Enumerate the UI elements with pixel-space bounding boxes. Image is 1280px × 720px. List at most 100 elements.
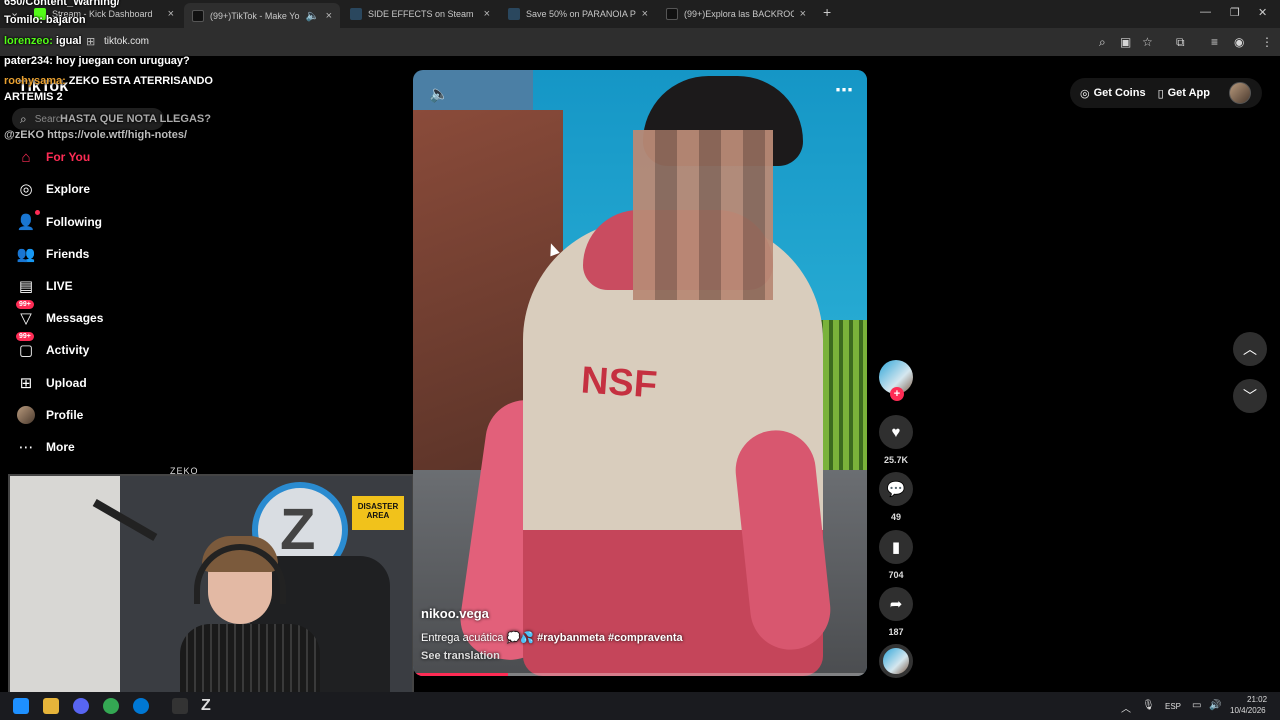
clock-time[interactable]: 21:02 <box>1247 695 1267 704</box>
tab-title: (99+)TikTok - Make Your Day <box>210 10 300 21</box>
nav-label: Activity <box>46 343 90 357</box>
close-tab-icon[interactable]: × <box>642 8 648 20</box>
windows-start-icon[interactable] <box>13 698 29 714</box>
close-tab-icon[interactable]: × <box>800 8 806 20</box>
nav-label: Explore <box>46 182 91 196</box>
chevron-down-icon: ﹀ <box>1243 388 1257 404</box>
language-indicator[interactable]: ESP <box>1165 702 1181 711</box>
network-icon[interactable]: ▭ <box>1192 700 1201 711</box>
new-tab-icon[interactable]: + <box>823 4 831 20</box>
chat-username: Tomilo: <box>4 14 43 26</box>
emoji-icon: 💭💦 <box>506 632 535 644</box>
chat-message: 650/Content_Warning/ <box>4 0 120 8</box>
nav-live[interactable]: ▤ LIVE <box>14 273 194 299</box>
zoom-icon[interactable]: ⌕ <box>1099 35 1106 50</box>
following-icon: 👤 <box>14 210 40 234</box>
save-button[interactable]: ▮ <box>879 530 913 564</box>
hashtags[interactable]: #raybanmeta #compraventa <box>537 632 683 644</box>
tab-tiktok[interactable]: (99+)TikTok - Make Your Day 🔈 × <box>184 3 340 28</box>
nav-upload[interactable]: ⊞ Upload <box>14 370 194 396</box>
extensions-icon[interactable]: ⧉ <box>1176 35 1185 50</box>
nav-explore[interactable]: ◎ Explore <box>14 176 194 202</box>
nav-messages[interactable]: ▽ 99+ Messages <box>14 300 194 331</box>
media-control-icon[interactable]: ≡ <box>1211 35 1218 49</box>
chat-text: 650/Content_Warning/ <box>4 0 120 8</box>
video-player[interactable]: NSF 🔈 ⋯ nikoo.vega Entrega acuática 💭💦 #… <box>413 70 867 676</box>
chat-text: hoy juegan con uruguay? <box>55 55 190 67</box>
nav-for-you[interactable]: ⌂ For You <box>14 144 194 170</box>
browser-tab-bar: ⌄ Stream - Kick Dashboard × (99+)TikTok … <box>0 0 1280 28</box>
menu-icon[interactable]: ⋮ <box>1261 35 1273 49</box>
tab-backrooms[interactable]: (99+)Explora las BACKROOMS × <box>658 3 814 25</box>
clock-date[interactable]: 10/4/2026 <box>1230 706 1266 715</box>
close-tab-icon[interactable]: × <box>168 8 174 20</box>
chat-message: @zEKO https://vole.wtf/high-notes/ <box>4 129 187 141</box>
profile-avatar-button[interactable] <box>1229 82 1251 104</box>
nav-label: Profile <box>46 408 84 422</box>
more-options-icon[interactable]: ⋯ <box>835 80 853 101</box>
video-author[interactable]: nikoo.vega <box>421 606 489 621</box>
close-tab-icon[interactable]: × <box>326 10 332 22</box>
tiktok-favicon-icon <box>192 9 204 22</box>
chat-text: https://vole.wtf/high-notes/ <box>47 129 188 141</box>
nav-following[interactable]: 👤 Following <box>14 209 194 235</box>
tab-title: Save 50% on PARANOIA PLACE <box>526 9 636 19</box>
home-icon: ⌂ <box>21 148 31 166</box>
tab-title: SIDE EFFECTS on Steam <box>368 9 474 19</box>
close-tab-icon[interactable]: × <box>484 8 490 20</box>
cast-icon[interactable]: ▣ <box>1120 35 1131 49</box>
bookmark-star-icon[interactable]: ☆ <box>1142 35 1153 49</box>
comment-button[interactable]: 💬 <box>879 472 913 506</box>
nav-profile[interactable]: Profile <box>14 402 194 428</box>
nav-activity[interactable]: ▢ 99+ Activity <box>14 332 194 363</box>
previous-video-button[interactable]: ︿ <box>1233 332 1267 366</box>
minimize-icon[interactable]: — <box>1200 6 1211 18</box>
speaker-icon[interactable]: 🔈 <box>306 9 320 22</box>
nav-more[interactable]: ⋯ More <box>14 434 194 460</box>
restore-icon[interactable]: ❐ <box>1230 6 1240 19</box>
get-app-button[interactable]: ▯ Get App <box>1158 87 1210 100</box>
coin-icon: ◎ <box>1080 87 1090 100</box>
chat-text: ZEKO ESTA ATERRISANDO <box>68 75 213 87</box>
chrome-icon[interactable] <box>103 698 119 714</box>
volume-icon[interactable]: 🔈 <box>429 84 449 104</box>
microphone-icon[interactable]: 🎙 <box>1142 700 1155 711</box>
follow-plus-icon[interactable]: + <box>890 387 904 401</box>
tab-side-effects-steam[interactable]: SIDE EFFECTS on Steam × <box>342 3 498 25</box>
chat-username: @zEKO <box>4 129 45 141</box>
close-window-icon[interactable]: ✕ <box>1258 6 1267 19</box>
chat-message: lorenzeo: igual <box>4 35 82 47</box>
file-explorer-icon[interactable] <box>43 698 59 714</box>
activity-badge: 99+ <box>16 332 34 341</box>
share-button[interactable]: ➦ <box>879 587 913 621</box>
chat-text: igual <box>55 35 82 47</box>
disaster-area-sign: DISASTER AREA <box>352 496 404 530</box>
volume-tray-icon[interactable]: 🔊 <box>1209 700 1221 711</box>
avatar <box>17 406 35 424</box>
share-count: 187 <box>888 627 904 637</box>
taskbar-app-icon[interactable] <box>172 698 188 714</box>
video-progress-bar[interactable] <box>413 673 867 676</box>
discord-icon[interactable] <box>73 698 89 714</box>
next-video-button[interactable]: ﹀ <box>1233 379 1267 413</box>
tray-chevron-icon[interactable]: ︿ <box>1121 700 1131 715</box>
music-disc[interactable] <box>879 644 913 678</box>
video-caption: Entrega acuática 💭💦 #raybanmeta #comprav… <box>421 631 683 644</box>
video-progress-fill <box>413 673 509 676</box>
get-coins-button[interactable]: ◎ Get Coins <box>1080 87 1146 100</box>
site-info-icon[interactable]: ⊞ <box>86 35 95 48</box>
zeko-app-icon[interactable]: Z <box>201 698 217 714</box>
messages-icon: ▽ 99+ <box>14 300 38 330</box>
url-field[interactable]: tiktok.com <box>104 36 149 47</box>
nav-label: Friends <box>46 247 90 261</box>
tab-paranoia-place[interactable]: Save 50% on PARANOIA PLACE × <box>500 3 656 25</box>
nav-label: Following <box>46 215 102 229</box>
share-icon: ➦ <box>889 596 903 613</box>
nav-friends[interactable]: 👥 Friends <box>14 241 194 267</box>
chat-username: lorenzeo: <box>4 35 53 47</box>
like-button[interactable]: ♥ <box>879 415 913 449</box>
profile-icon[interactable]: ◉ <box>1234 35 1244 49</box>
see-translation-link[interactable]: See translation <box>421 650 500 662</box>
messages-badge: 99+ <box>16 300 34 309</box>
edge-icon[interactable] <box>133 698 149 714</box>
